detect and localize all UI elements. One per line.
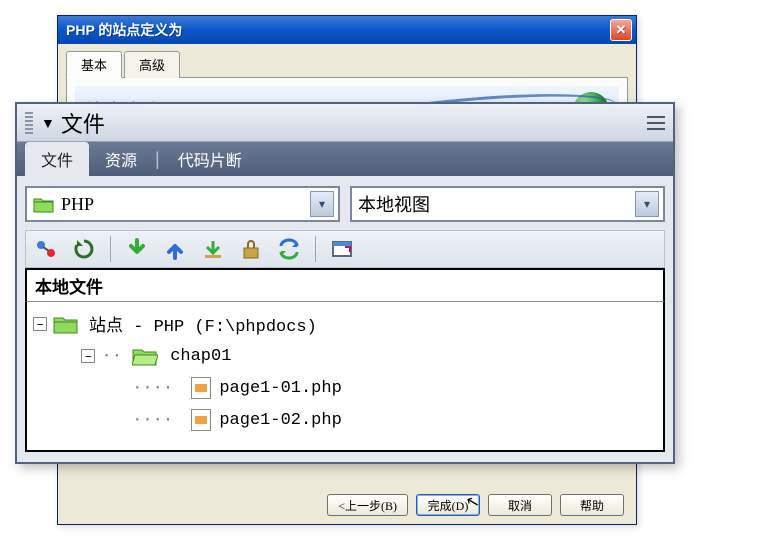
dialog-button-row: <上一步(B) 完成(D) 取消 帮助 ↖ [327, 494, 624, 516]
panel-menu-icon[interactable] [647, 116, 665, 130]
list-column-header[interactable]: 本地文件 [25, 268, 665, 302]
close-icon[interactable]: ✕ [610, 19, 632, 41]
collapse-icon[interactable]: ▼ [41, 115, 55, 131]
collapse-toggle[interactable]: − [81, 349, 95, 363]
file-tree: − 站点 - PHP (F:\phpdocs) − ·· chap01 [25, 302, 665, 452]
refresh-icon[interactable] [70, 235, 98, 263]
chevron-down-icon[interactable]: ▾ [635, 191, 659, 217]
expand-view-icon[interactable] [328, 235, 356, 263]
site-select[interactable]: PHP ▾ [25, 186, 340, 222]
checkout-icon[interactable] [199, 235, 227, 263]
dialog-tabs: 基本 高级 [66, 50, 628, 78]
tree-folder[interactable]: − ·· chap01 [61, 340, 657, 372]
help-button[interactable]: 帮助 [560, 494, 624, 516]
tab-snippets[interactable]: 代码片断 [162, 142, 258, 176]
dialog-title: PHP 的站点定义为 [66, 20, 610, 40]
tree-file[interactable]: ···· page1-01.php [81, 372, 657, 404]
files-toolbar [25, 230, 665, 268]
tab-advanced[interactable]: 高级 [124, 51, 180, 78]
folder-icon [33, 195, 55, 213]
sync-icon[interactable] [275, 235, 303, 263]
tree-file[interactable]: ···· page1-02.php [81, 404, 657, 436]
tree-root[interactable]: − 站点 - PHP (F:\phpdocs) [33, 308, 657, 340]
chevron-down-icon[interactable]: ▾ [310, 191, 334, 217]
collapse-toggle[interactable]: − [33, 317, 47, 331]
panel-header[interactable]: ▼ 文件 [17, 104, 673, 142]
tree-file-label: page1-01.php [219, 379, 341, 398]
tree-file-label: page1-02.php [219, 411, 341, 430]
prev-button[interactable]: <上一步(B) [327, 494, 408, 516]
cancel-button[interactable]: 取消 [488, 494, 552, 516]
view-select-value: 本地视图 [358, 191, 635, 217]
folder-open-icon [132, 346, 158, 366]
tab-basic[interactable]: 基本 [66, 51, 122, 78]
tab-files[interactable]: 文件 [25, 142, 89, 176]
folder-icon [53, 314, 79, 334]
tree-folder-label: chap01 [170, 347, 231, 366]
file-icon [191, 409, 211, 431]
download-icon[interactable] [123, 235, 151, 263]
tab-assets[interactable]: 资源 [89, 142, 153, 176]
view-select[interactable]: 本地视图 ▾ [350, 186, 665, 222]
checkin-icon[interactable] [237, 235, 265, 263]
panel-title: 文件 [61, 107, 647, 139]
tree-root-label: 站点 - PHP (F:\phpdocs) [89, 311, 317, 337]
file-icon [191, 377, 211, 399]
site-select-value: PHP [61, 194, 310, 215]
panel-top-tabs: 文件 资源 | 代码片断 [17, 142, 673, 176]
files-panel: ▼ 文件 文件 资源 | 代码片断 PHP ▾ 本地视图 ▾ [15, 102, 675, 464]
connect-icon[interactable] [32, 235, 60, 263]
grip-icon[interactable] [25, 112, 33, 134]
dialog-titlebar[interactable]: PHP 的站点定义为 ✕ [58, 16, 636, 44]
upload-icon[interactable] [161, 235, 189, 263]
